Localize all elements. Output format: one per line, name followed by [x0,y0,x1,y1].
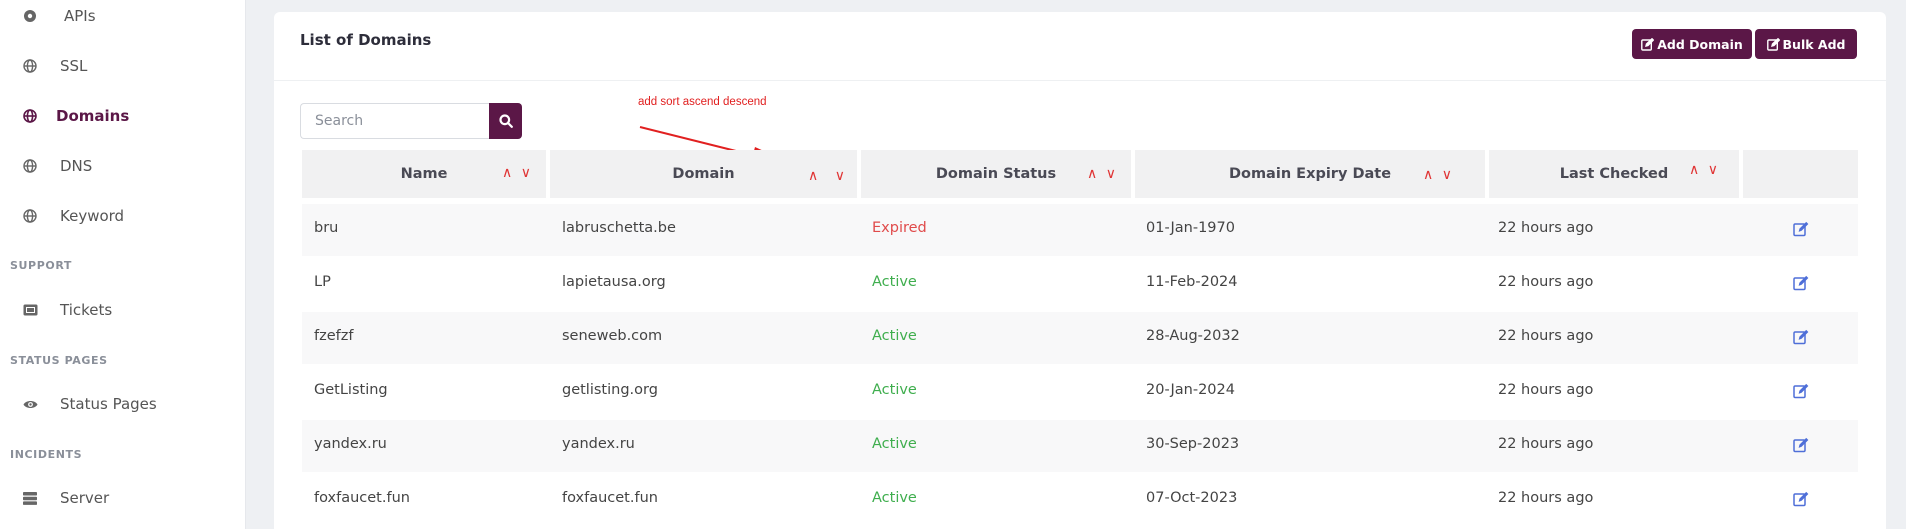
edit-icon[interactable] [1793,275,1811,293]
cell-domain: labruschetta.be [562,220,676,236]
search-button[interactable] [489,103,522,139]
edit-icon[interactable] [1793,437,1811,455]
sidebar-item-label: Keyword [60,207,125,225]
section-heading-status-pages: STATUS PAGES [10,354,108,367]
cell-name: yandex.ru [314,436,387,452]
cell-status: Expired [872,220,927,236]
sidebar-item-label: Server [60,489,110,507]
card-header: List of Domains Add Domain Bulk Add [274,12,1886,81]
cell-status: Active [872,436,917,452]
column-header-label: Last Checked [1559,166,1669,182]
sort-toggle[interactable]: ∧ ∨ [502,165,533,181]
edit-icon [1641,37,1655,51]
table-row: fzefzf seneweb.com Active 28-Aug-2032 22 hou… [302,312,1858,364]
column-header-domain[interactable]: Domain ∧ ∨ [550,150,857,198]
sidebar-item-ssl[interactable]: SSL [0,48,246,84]
cell-expiry-date: 28-Aug-2032 [1146,328,1240,344]
section-heading-support: SUPPORT [10,259,73,272]
cell-domain: yandex.ru [562,436,635,452]
edit-icon[interactable] [1793,329,1811,347]
globe-icon [22,58,38,74]
column-header-last-checked[interactable]: Last Checked ∧ ∨ [1489,150,1739,198]
cell-expiry-date: 07-Oct-2023 [1146,490,1238,506]
sidebar-item-apis[interactable]: APIs [0,0,246,34]
add-domain-label: Add Domain [1657,36,1743,52]
section-heading-incidents: INCIDENTS [10,448,83,461]
cell-status: Active [872,274,917,290]
search-group [300,103,522,139]
bulk-add-label: Bulk Add [1782,36,1846,52]
column-header-name[interactable]: Name ∧ ∨ [302,150,546,198]
cell-status: Active [872,382,917,398]
cell-domain: lapietausa.org [562,274,666,290]
cell-name: foxfaucet.fun [314,490,410,506]
sidebar: APIs SSL Domains DNS Keyword SUPPORT Tic… [0,0,246,529]
edit-icon [1766,37,1780,51]
cell-expiry-date: 30-Sep-2023 [1146,436,1240,452]
column-header-label: Domain [672,166,735,182]
sidebar-item-domains[interactable]: Domains [0,98,246,134]
sidebar-item-dns[interactable]: DNS [0,148,246,184]
cell-last-checked: 22 hours ago [1498,274,1594,290]
cell-last-checked: 22 hours ago [1498,220,1594,236]
add-domain-button[interactable]: Add Domain [1632,29,1752,59]
table-row: LP lapietausa.org Active 11-Feb-2024 22 hour… [302,258,1858,310]
table-row: yandex.ru yandex.ru Active 30-Sep-2023 22 ho… [302,420,1858,472]
table-row: bru labruschetta.be Expired 01-Jan-1970 22 h… [302,204,1858,256]
annotation-text: add sort ascend descend [638,96,767,108]
cell-last-checked: 22 hours ago [1498,382,1594,398]
ticket-icon [22,302,38,318]
sidebar-item-label: Status Pages [60,395,157,413]
cell-domain: foxfaucet.fun [562,490,658,506]
cell-last-checked: 22 hours ago [1498,436,1594,452]
cell-expiry-date: 01-Jan-1970 [1146,220,1235,236]
sidebar-item-label: Domains [56,107,130,125]
sidebar-item-server[interactable]: Server [0,480,246,516]
sidebar-item-label: APIs [64,7,96,25]
page-title: List of Domains [300,31,432,49]
column-header-domain-expiry-date[interactable]: Domain Expiry Date ∧ ∨ [1135,150,1485,198]
sidebar-item-keyword[interactable]: Keyword [0,198,246,234]
cell-name: LP [314,274,331,290]
edit-icon[interactable] [1793,491,1811,509]
sort-toggle[interactable]: ∧ ∨ [1689,162,1720,178]
search-input[interactable] [300,103,489,139]
cell-name: fzefzf [314,328,354,344]
sort-toggle[interactable]: ∧ ∨ [1087,166,1118,182]
cell-status: Active [872,328,917,344]
sidebar-item-label: Tickets [60,301,113,319]
column-header-label: Domain Status [935,166,1057,182]
cell-last-checked: 22 hours ago [1498,490,1594,506]
column-header-actions [1743,150,1858,198]
globe-icon [22,108,38,124]
column-header-label: Name [400,166,448,182]
server-icon [22,490,38,506]
edit-icon[interactable] [1793,221,1811,239]
sort-toggle[interactable]: ∧ ∨ [1423,167,1454,183]
table-row: GetListing getlisting.org Active 20-Jan-202… [302,366,1858,418]
sort-toggle[interactable]: ∧ ∨ [808,168,851,184]
column-header-label: Domain Expiry Date [1228,166,1392,182]
cell-status: Active [872,490,917,506]
sidebar-item-label: DNS [60,157,93,175]
cell-name: bru [314,220,339,236]
table-row: foxfaucet.fun foxfaucet.fun Active 07-Oct-2… [302,474,1858,526]
eye-icon [22,396,38,412]
sidebar-item-status-pages[interactable]: Status Pages [0,386,246,422]
sidebar-item-label: SSL [60,57,88,75]
globe-icon [22,208,38,224]
search-icon [498,114,513,128]
column-header-domain-status[interactable]: Domain Status ∧ ∨ [861,150,1131,198]
bulk-add-button[interactable]: Bulk Add [1755,29,1857,59]
edit-icon[interactable] [1793,383,1811,401]
cell-expiry-date: 20-Jan-2024 [1146,382,1235,398]
cell-domain: getlisting.org [562,382,658,398]
cell-name: GetListing [314,382,388,398]
globe-icon [22,158,38,174]
cell-expiry-date: 11-Feb-2024 [1146,274,1238,290]
cell-domain: seneweb.com [562,328,663,344]
circle-dot-icon [22,8,38,24]
cell-last-checked: 22 hours ago [1498,328,1594,344]
sidebar-item-tickets[interactable]: Tickets [0,292,246,328]
